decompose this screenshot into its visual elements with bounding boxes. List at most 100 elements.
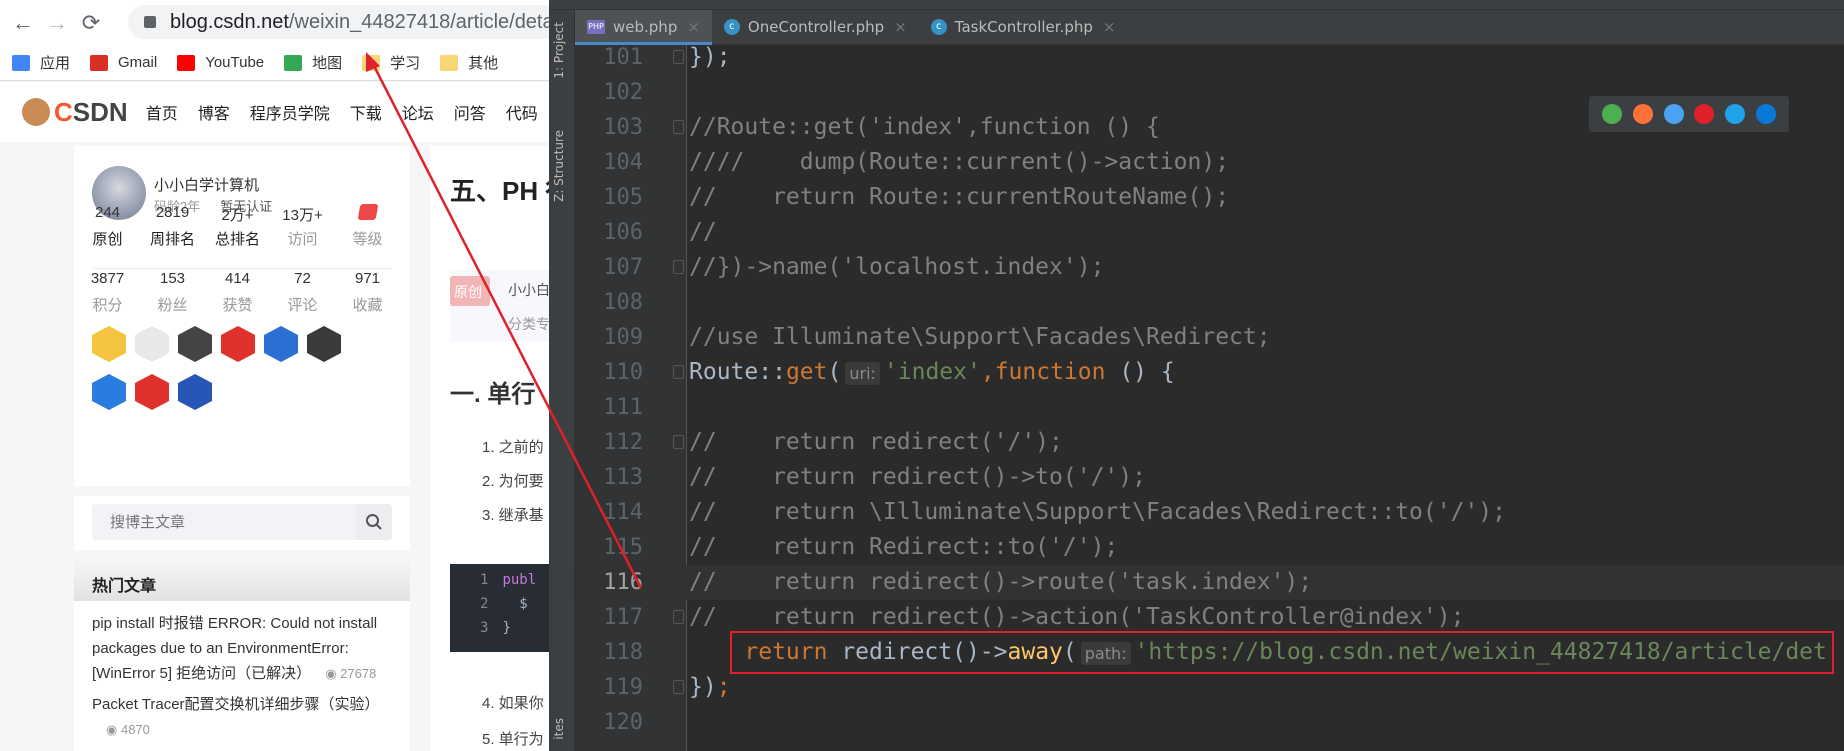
address-bar[interactable]: blog.csdn.net/weixin_44827418/article/de… [128,5,549,39]
opera-icon[interactable] [1694,104,1715,124]
stat-item[interactable]: 971 收藏 [336,270,399,315]
code-line[interactable]: 115 // return Redirect::to('/'); [575,530,1844,565]
fold-marker-icon[interactable] [673,680,684,694]
code-line[interactable]: 114 // return \Illuminate\Support\Facades… [575,495,1844,530]
code-line[interactable]: 110 Route::get(uri:'index',function () { [575,355,1844,390]
achievement-badge[interactable] [135,374,169,410]
stat-item[interactable]: 244 原创 [76,204,139,249]
firefox-icon[interactable] [1632,104,1653,124]
hot-article-title[interactable]: Packet Tracer配置交换机详细步骤（实验） [92,696,380,713]
project-tool-tab[interactable]: 1: Project [552,22,566,79]
stat-item[interactable]: 72 评论 [271,270,334,315]
code-line[interactable]: 112 // return redirect('/'); [575,425,1844,460]
edge-icon[interactable] [1755,104,1776,124]
code-line[interactable]: 113 // return redirect()->to('/'); [575,460,1844,495]
back-icon[interactable]: ← [6,10,40,36]
apps-grid-icon [12,54,30,71]
code-line[interactable]: 119}); [575,670,1844,705]
snippet-code: } [502,620,511,636]
article-author[interactable]: 小小白 [508,280,549,300]
stat-value: 3877 [90,270,125,287]
stat-item[interactable]: 13万+ 访问 [271,204,334,249]
code-line[interactable]: 104 //// dump(Route::current()->action); [575,145,1844,180]
close-tab-icon[interactable]: × [1103,18,1116,36]
stat-item[interactable]: 153 粉丝 [141,270,204,315]
safari-icon[interactable] [1663,104,1684,124]
stat-item[interactable]: 2万+ 总排名 [206,204,269,249]
nav-item[interactable]: 论坛 [402,100,434,124]
achievement-badge[interactable] [307,326,341,362]
stat-item[interactable]: 等级 [336,204,399,249]
code-line[interactable]: 109 //use Illuminate\Support\Facades\Redi… [575,320,1844,355]
stat-label: 周排名 [149,231,195,248]
search-input[interactable] [92,513,356,531]
code-line[interactable]: 101}); [575,40,1844,75]
nav-item[interactable]: 首页 [146,100,178,124]
bookmark-item[interactable]: 学习 [362,52,420,73]
line-number: 116 [603,570,643,595]
ie-icon[interactable] [1724,104,1745,124]
forward-icon[interactable]: → [40,10,74,36]
fold-marker-icon[interactable] [673,260,684,274]
bookmark-item[interactable]: 地图 [284,52,342,73]
code-line[interactable]: 116 // return redirect()->route('task.ind… [575,565,1844,600]
line-number: 101 [603,45,643,70]
original-badge: 原创 [450,276,490,306]
bookmark-item[interactable]: 其他 [440,52,498,73]
nav-item[interactable]: 代码 [506,100,538,124]
achievement-badge[interactable] [178,326,212,362]
stat-item[interactable]: 2819 周排名 [141,204,204,249]
stat-item[interactable]: 3877 积分 [76,270,139,315]
code-token: // return \Illuminate\Support\Facades\Re… [689,499,1506,525]
code-text: // return \Illuminate\Support\Facades\Re… [689,495,1506,530]
monkey-logo-icon [22,98,50,126]
fold-marker-icon[interactable] [673,610,684,624]
article-category[interactable]: 分类专 [508,314,549,334]
view-count: ◉ 4870 [106,722,150,737]
code-token: ( [827,359,842,385]
stat-label: 收藏 [352,297,383,314]
code-line[interactable]: 107 //})->name('localhost.index'); [575,250,1844,285]
achievement-badge[interactable] [92,326,126,362]
close-tab-icon[interactable]: × [894,18,907,36]
achievement-badge[interactable] [135,326,169,362]
fold-marker-icon[interactable] [673,365,684,379]
code-text: }); [689,40,731,75]
achievement-badge[interactable] [178,374,212,410]
nav-item[interactable]: 问答 [454,100,486,124]
csdn-logo[interactable]: C SDN [22,97,128,128]
hot-article-item[interactable]: pip install 时报错 ERROR: Could not install… [92,611,392,686]
structure-tool-tab[interactable]: Z: Structure [552,130,566,202]
code-line[interactable]: 108 [575,285,1844,320]
bookmark-item[interactable]: YouTube [177,54,264,71]
achievement-badge[interactable] [264,326,298,362]
profile-name[interactable]: 小小白学计算机 [154,174,259,195]
hot-article-item[interactable]: Packet Tracer配置交换机详细步骤（实验） ◉ 4870 [92,692,392,742]
code-line[interactable]: 117 // return redirect()->action('TaskCon… [575,600,1844,635]
article-list-item: 2. 为何要 [482,473,544,490]
nav-item[interactable]: 下载 [350,100,382,124]
search-button[interactable] [356,504,392,540]
chrome-icon[interactable] [1602,104,1623,124]
code-line[interactable]: 105 // return Route::currentRouteName(); [575,180,1844,215]
search-card [74,496,410,550]
close-tab-icon[interactable]: × [687,18,700,36]
fold-marker-icon[interactable] [673,435,684,449]
bookmark-item[interactable]: 应用 [12,52,70,73]
reload-icon[interactable]: ⟳ [74,10,108,36]
code-line[interactable]: 111 [575,390,1844,425]
code-line[interactable]: 120 [575,705,1844,740]
stat-item[interactable]: 414 获赞 [206,270,269,315]
fold-marker-icon[interactable] [673,120,684,134]
nav-item[interactable]: 博客 [198,100,230,124]
fold-marker-icon[interactable] [673,50,684,64]
snippet-line: 2 $ [450,596,549,620]
achievement-badge[interactable] [92,374,126,410]
nav-item[interactable]: 程序员学院 [250,100,330,124]
bookmark-item[interactable]: Gmail [90,54,157,71]
achievement-badge[interactable] [221,326,255,362]
line-number: 119 [603,675,643,700]
favorites-tool-tab[interactable]: ites [552,718,566,740]
code-line[interactable]: 106 // [575,215,1844,250]
code-token: // return redirect('/'); [689,429,1063,455]
